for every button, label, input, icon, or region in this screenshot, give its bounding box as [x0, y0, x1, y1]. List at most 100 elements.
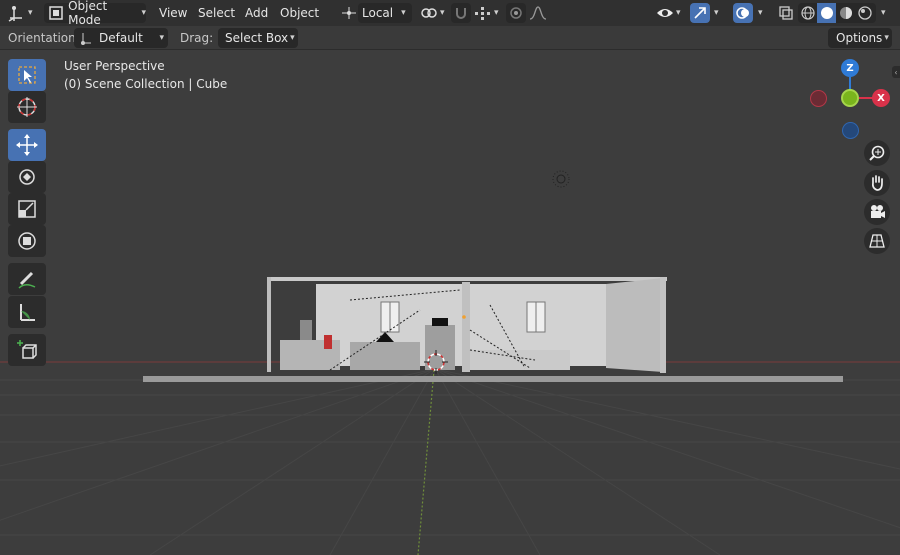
xray-icon [779, 6, 793, 20]
add-cube-tool[interactable] [8, 334, 46, 366]
rendered-icon[interactable] [855, 6, 874, 20]
gizmo-dropdown[interactable]: ▾ [712, 3, 719, 23]
solid-icon[interactable] [817, 3, 836, 23]
visibility-dropdown[interactable]: ▾ [656, 3, 686, 23]
magnet-icon [456, 8, 466, 19]
proportional-edit-toggle[interactable] [506, 3, 526, 23]
house-model [267, 277, 667, 373]
menu-view[interactable]: View [159, 3, 187, 23]
mode-dropdown[interactable]: Object Mode ▾ [44, 0, 146, 27]
chevron-down-icon: ▾ [881, 8, 886, 18]
gizmo-neg-z-axis[interactable] [842, 122, 859, 139]
pivot-icon [421, 8, 437, 18]
transform-orientation-dropdown[interactable]: Local ▾ [358, 3, 412, 23]
sun-light-icon [552, 170, 570, 188]
material-icon[interactable] [836, 6, 855, 20]
pivot-dropdown[interactable]: ▾ [420, 3, 448, 23]
xray-toggle[interactable] [776, 3, 796, 23]
chevron-down-icon: ▾ [714, 8, 719, 18]
axes-icon [8, 6, 22, 22]
editor-type-dropdown[interactable]: ▾ [6, 3, 40, 23]
y-axis-line [417, 369, 435, 555]
annotate-tool[interactable] [8, 263, 46, 295]
eye-icon [657, 9, 673, 17]
options-label: Options [836, 31, 883, 45]
measure-icon [20, 304, 35, 321]
tool-settings-bar: Orientation: Default ▾ Drag: Select Box … [0, 26, 900, 50]
chevron-down-icon: ▾ [494, 8, 499, 18]
viewport-header: ▾ Object Mode ▾ View Select Add Object L… [0, 0, 900, 27]
sidebar-toggle[interactable]: ‹ [892, 66, 900, 78]
chevron-down-icon: ▾ [28, 8, 33, 18]
gizmo-z-label: Z [846, 62, 854, 74]
wireframe-icon[interactable] [798, 6, 817, 20]
gizmo-neg-x-axis[interactable] [810, 90, 827, 107]
3d-viewport[interactable] [0, 50, 900, 555]
orientation-label: Orientation: [8, 31, 80, 45]
orientation-value: Default [99, 31, 143, 45]
proportional-falloff-dropdown[interactable] [529, 3, 549, 23]
menu-object[interactable]: Object [280, 3, 319, 23]
measure-tool[interactable] [8, 296, 46, 328]
orientation-dropdown[interactable]: Default ▾ [74, 28, 168, 48]
zoom-icon [869, 145, 885, 161]
transform-tool[interactable] [8, 225, 46, 257]
options-dropdown[interactable]: Options ▾ [828, 28, 892, 48]
chevron-down-icon: ▾ [159, 33, 164, 43]
gizmo-x-stem [859, 97, 873, 99]
collection-info: (0) Scene Collection | Cube [64, 77, 228, 91]
perspective-toggle-button[interactable] [864, 228, 890, 254]
overlay-icon [736, 7, 749, 19]
scale-icon [18, 200, 36, 218]
gizmo-y-axis[interactable] [841, 89, 859, 107]
select-box-icon [18, 66, 36, 84]
zoom-button[interactable] [864, 140, 890, 166]
chevron-down-icon: ▾ [141, 8, 146, 18]
chevron-down-icon: ▾ [440, 8, 445, 18]
menu-select[interactable]: Select [198, 3, 235, 23]
shading-mode-group [798, 3, 876, 23]
camera-icon [871, 205, 885, 218]
shading-dropdown[interactable]: ▾ [879, 3, 886, 23]
camera-view-button[interactable] [864, 199, 890, 225]
overlays-toggle[interactable] [733, 3, 753, 23]
rotate-icon [19, 169, 35, 185]
floor-slab [143, 376, 843, 382]
chevron-down-icon: ▾ [758, 8, 763, 18]
scale-tool[interactable] [8, 193, 46, 225]
cursor-icon [17, 97, 37, 117]
chevron-left-icon: ‹ [894, 67, 898, 77]
view-name: User Perspective [64, 59, 165, 73]
snap-grid-icon [475, 7, 490, 20]
add-cube-icon [17, 340, 37, 359]
snap-target-dropdown[interactable]: ▾ [474, 3, 504, 23]
gizmo-toggle[interactable] [690, 3, 710, 23]
annotate-icon [18, 271, 36, 289]
menu-add[interactable]: Add [245, 3, 268, 23]
move-tool[interactable] [8, 129, 46, 161]
select-box-tool[interactable] [8, 59, 46, 91]
transform-icon [18, 232, 36, 250]
gizmo-z-axis[interactable]: Z [841, 59, 859, 77]
grid-perspective-icon [869, 234, 885, 248]
snap-toggle[interactable] [451, 3, 471, 23]
overlays-dropdown[interactable]: ▾ [756, 3, 763, 23]
rotate-tool[interactable] [8, 161, 46, 193]
gizmo-x-axis[interactable]: X [872, 89, 890, 107]
chevron-down-icon: ▾ [290, 33, 295, 43]
drag-dropdown[interactable]: Select Box ▾ [218, 28, 298, 48]
object-origin [462, 315, 466, 319]
drag-value: Select Box [225, 31, 289, 45]
cursor-tool[interactable] [8, 91, 46, 123]
gizmo-icon [694, 7, 706, 19]
drag-label: Drag: [180, 31, 214, 45]
move-icon [16, 134, 38, 156]
chevron-down-icon: ▾ [884, 33, 889, 43]
viewport-scene [0, 170, 900, 555]
proportional-icon [510, 7, 522, 19]
pan-button[interactable] [864, 170, 890, 196]
chevron-down-icon: ▾ [401, 8, 406, 18]
orientation-icon [81, 33, 91, 45]
transform-orientation-icon [340, 3, 360, 23]
falloff-curve-icon [529, 6, 547, 20]
